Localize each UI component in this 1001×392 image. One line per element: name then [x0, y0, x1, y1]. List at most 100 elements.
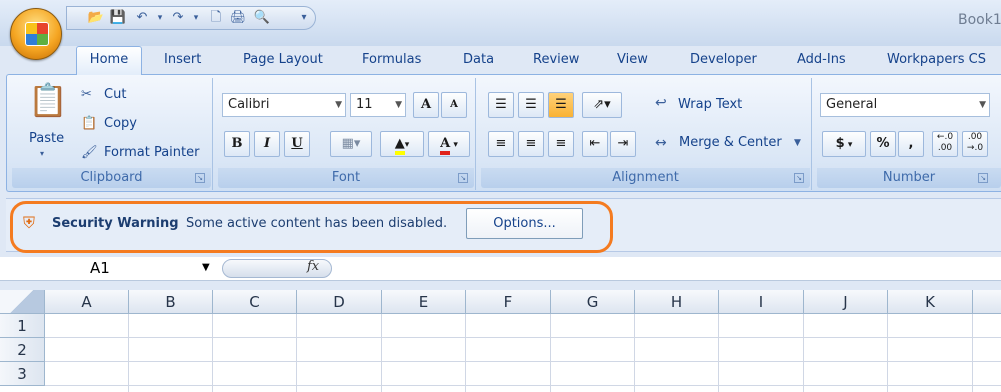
row-header-1[interactable]: 1	[0, 314, 45, 338]
name-box[interactable]: A1 ▼	[22, 257, 218, 280]
format-painter-button[interactable]: Format Painter	[104, 145, 199, 160]
save-icon[interactable]: 💾	[109, 10, 127, 26]
grow-font-button[interactable]: A	[413, 92, 439, 118]
number-launcher-icon[interactable]: ↘	[978, 173, 988, 183]
column-header-c[interactable]: C	[213, 290, 297, 314]
customize-qat-icon[interactable]: ▾	[295, 10, 313, 26]
align-right-icon: ≡	[555, 136, 567, 151]
comma-button[interactable]: ,	[898, 131, 924, 157]
font-color-button[interactable]: A ▾	[428, 131, 470, 157]
column-header-a[interactable]: A	[45, 290, 129, 314]
font-color-label: A	[440, 136, 451, 155]
column-header-i[interactable]: I	[719, 290, 804, 314]
decrease-indent-icon: ⇤	[589, 136, 601, 151]
tab-insert[interactable]: Insert	[164, 47, 201, 73]
print-preview-icon[interactable]: 🔍	[253, 10, 271, 26]
column-header-h[interactable]: H	[635, 290, 719, 314]
merge-center-button[interactable]: Merge & Center	[679, 135, 782, 150]
column-header-b[interactable]: B	[129, 290, 213, 314]
column-header-k[interactable]: K	[888, 290, 973, 314]
open-icon[interactable]: 📂	[87, 10, 105, 26]
align-middle-icon: ☰	[525, 97, 537, 112]
alignment-launcher-icon[interactable]: ↘	[794, 173, 804, 183]
row-header-2[interactable]: 2	[0, 338, 45, 362]
decrease-decimal-button[interactable]: .00 →.0	[962, 131, 988, 157]
merge-dropdown-icon[interactable]: ▼	[794, 139, 801, 148]
print-icon[interactable]: 🖨	[229, 10, 247, 26]
paste-icon[interactable]: 📋	[28, 84, 68, 124]
fill-color-button[interactable]: ▲▾	[380, 131, 424, 157]
increase-decimal-button[interactable]: ←.0 .00	[932, 131, 958, 157]
cut-icon: ✂	[81, 87, 92, 102]
number-format-combo[interactable]: General ▼	[820, 93, 990, 117]
gridline	[634, 314, 635, 392]
name-box-value: A1	[90, 259, 110, 277]
borders-icon: ▦▾	[341, 136, 361, 151]
orientation-button[interactable]: ⇗▾	[582, 92, 622, 118]
align-top-button[interactable]: ☰	[488, 92, 514, 118]
align-center-button[interactable]: ≡	[518, 131, 544, 157]
decrease-indent-button[interactable]: ⇤	[582, 131, 608, 157]
undo-dropdown-icon[interactable]: ▾	[151, 10, 169, 26]
select-all-corner[interactable]	[0, 290, 45, 314]
percent-button[interactable]: %	[870, 131, 896, 157]
align-middle-button[interactable]: ☰	[518, 92, 544, 118]
column-header-g[interactable]: G	[551, 290, 635, 314]
tab-workpapers-cs[interactable]: Workpapers CS	[887, 47, 986, 73]
shrink-font-button[interactable]: A	[441, 92, 467, 118]
tab-home[interactable]: Home	[76, 46, 142, 75]
undo-icon[interactable]: ↶	[133, 10, 151, 26]
paste-dropdown-icon[interactable]: ▾	[40, 150, 44, 158]
redo-dropdown-icon[interactable]: ▾	[187, 10, 205, 26]
clipboard-group-label: Clipboard	[12, 168, 211, 188]
paste-button[interactable]: Paste	[29, 131, 64, 146]
gridline	[887, 314, 888, 392]
increase-indent-button[interactable]: ⇥	[610, 131, 636, 157]
chevron-down-icon: ▼	[979, 100, 986, 110]
office-button[interactable]	[10, 8, 62, 60]
alignment-group-label: Alignment	[481, 168, 810, 188]
gridline	[972, 314, 973, 392]
tab-view[interactable]: View	[617, 47, 648, 73]
new-icon[interactable]: 🗋	[207, 10, 225, 26]
font-name-combo[interactable]: Calibri ▼	[222, 93, 346, 117]
row-header-3[interactable]: 3	[0, 362, 45, 386]
clipboard-launcher-icon[interactable]: ↘	[195, 173, 205, 183]
font-size-value: 11	[356, 97, 373, 112]
tab-data[interactable]: Data	[463, 47, 494, 73]
gridline	[296, 314, 297, 392]
gridline	[465, 314, 466, 392]
font-size-combo[interactable]: 11 ▼	[350, 93, 406, 117]
align-right-button[interactable]: ≡	[548, 131, 574, 157]
redo-icon[interactable]: ↷	[169, 10, 187, 26]
fx-icon[interactable]: fx	[307, 259, 319, 274]
column-header-j[interactable]: J	[804, 290, 888, 314]
align-center-icon: ≡	[525, 136, 537, 151]
align-bottom-button[interactable]: ☰	[548, 92, 574, 118]
column-header-next[interactable]	[973, 290, 1001, 314]
column-header-e[interactable]: E	[382, 290, 466, 314]
copy-button[interactable]: Copy	[104, 116, 137, 131]
excel-window: 📂 💾 ↶ ▾ ↷ ▾ 🗋 🖨 🔍 ▾ Book1 Home Insert Pa…	[0, 0, 1001, 392]
cut-button[interactable]: Cut	[104, 87, 126, 102]
gridline	[803, 314, 804, 392]
tab-review[interactable]: Review	[533, 47, 579, 73]
align-left-button[interactable]: ≡	[488, 131, 514, 157]
wrap-text-button[interactable]: Wrap Text	[678, 97, 742, 112]
font-launcher-icon[interactable]: ↘	[458, 173, 468, 183]
tab-developer[interactable]: Developer	[690, 47, 757, 73]
column-header-f[interactable]: F	[466, 290, 551, 314]
tab-page-layout[interactable]: Page Layout	[243, 47, 323, 73]
merge-center-icon: ↔	[655, 135, 667, 151]
name-box-dropdown-icon[interactable]: ▼	[202, 257, 210, 279]
gridline	[718, 314, 719, 392]
underline-button[interactable]: U	[284, 131, 310, 157]
tab-formulas[interactable]: Formulas	[362, 47, 421, 73]
currency-button[interactable]: $ ▾	[822, 131, 866, 157]
column-header-d[interactable]: D	[297, 290, 382, 314]
borders-button[interactable]: ▦▾	[330, 131, 372, 157]
italic-button[interactable]: I	[254, 131, 280, 157]
tab-add-ins[interactable]: Add-Ins	[797, 47, 846, 73]
bold-button[interactable]: B	[224, 131, 250, 157]
document-title: Book1	[958, 12, 1001, 28]
